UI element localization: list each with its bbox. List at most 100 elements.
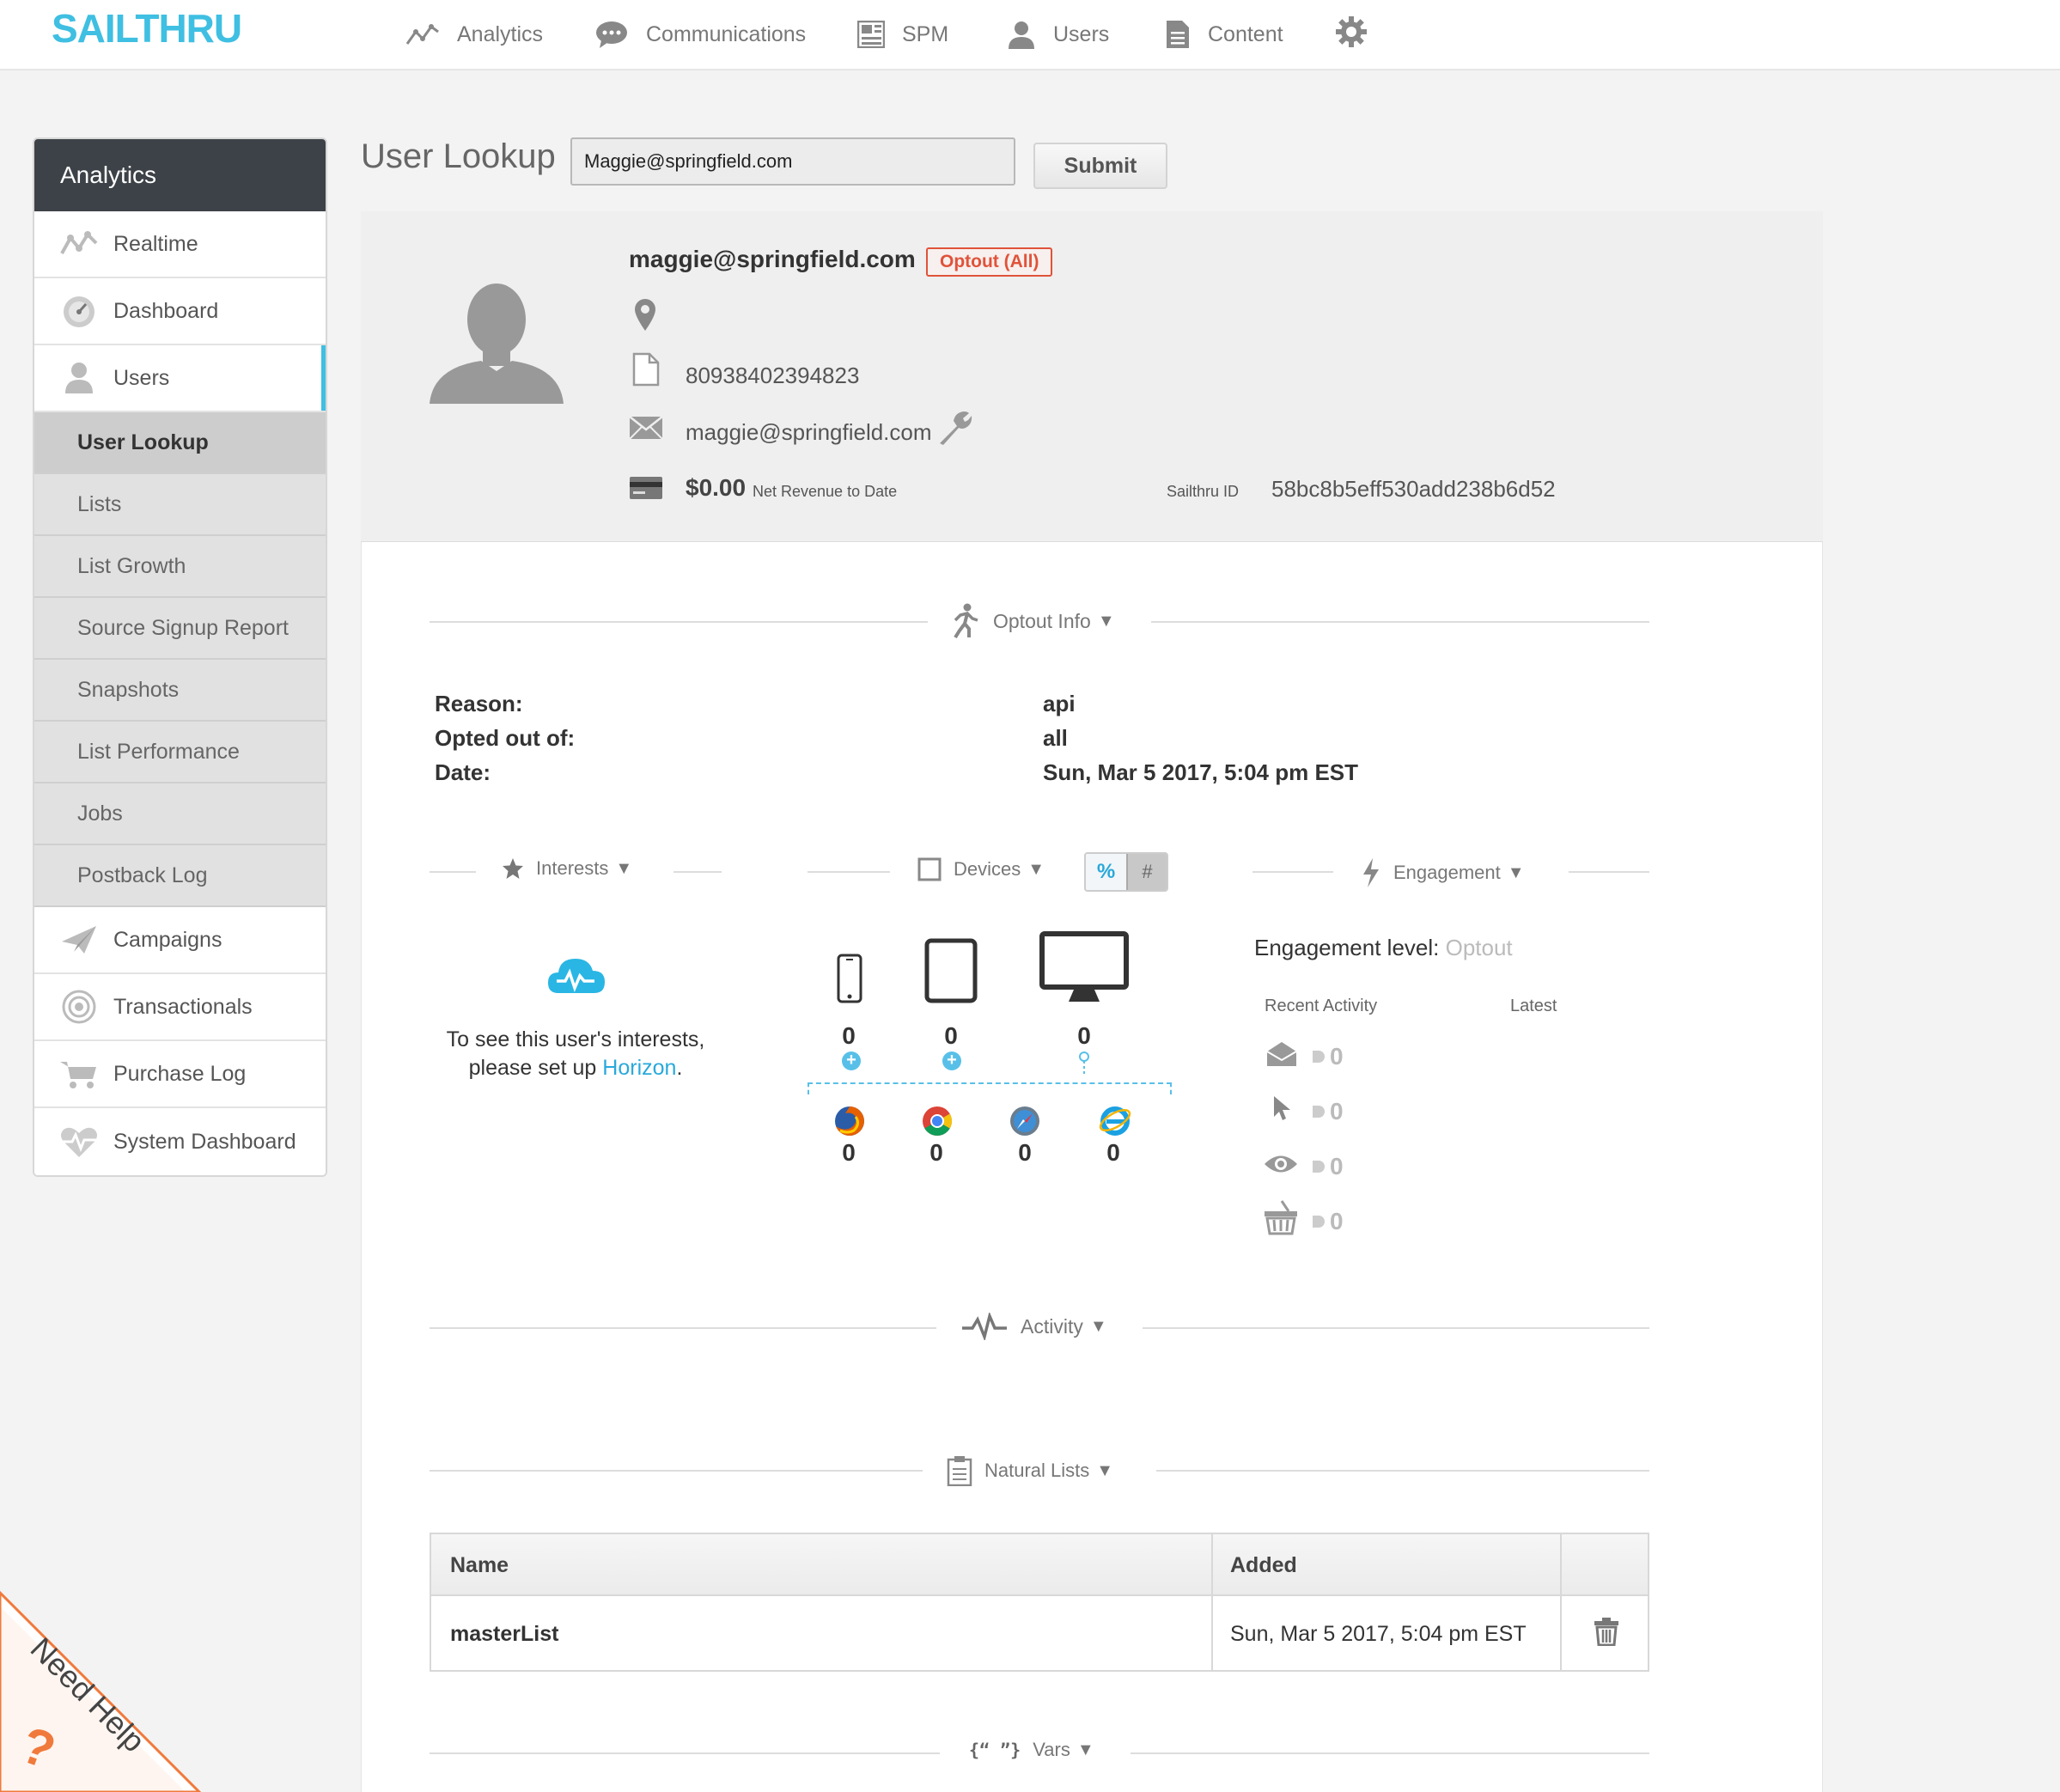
sidebar-item-system-dashboard[interactable]: System Dashboard xyxy=(34,1108,326,1175)
phone-count: 0 xyxy=(842,1022,856,1049)
envelope-icon xyxy=(629,416,663,440)
expanded-desktop-icon[interactable] xyxy=(1077,1051,1091,1076)
wrench-edit-icon[interactable] xyxy=(936,409,974,447)
credit-card-icon xyxy=(629,476,663,500)
profile-email: maggie@springfield.com xyxy=(686,419,932,445)
divider xyxy=(430,621,928,623)
column-header-name[interactable]: Name xyxy=(450,1553,509,1578)
cart-icon xyxy=(58,1057,113,1091)
engagement-level-label: Engagement level: xyxy=(1254,935,1440,960)
user-icon xyxy=(58,361,113,395)
devices-toggle[interactable]: Devices ▼ xyxy=(917,857,1045,881)
expand-tablet-icon[interactable]: + xyxy=(942,1051,961,1070)
desktop-icon xyxy=(1039,931,1129,1003)
activity-views: 0 xyxy=(1313,1153,1344,1180)
sidebar-sub-snapshots[interactable]: Snapshots xyxy=(34,660,326,722)
interests-title: Interests xyxy=(536,857,609,879)
browser-expand-bracket xyxy=(808,1082,1172,1084)
chat-icon xyxy=(594,20,646,49)
sidebar-item-dashboard[interactable]: Dashboard xyxy=(34,278,326,345)
sidebar-sub-jobs[interactable]: Jobs xyxy=(34,783,326,845)
settings-gear-icon[interactable] xyxy=(1335,15,1368,48)
realtime-icon xyxy=(58,229,113,259)
horizon-link[interactable]: Horizon xyxy=(602,1056,676,1080)
divider xyxy=(1252,871,1333,873)
sidebar-item-label: Campaigns xyxy=(113,927,222,952)
natural-lists-toggle[interactable]: Natural Lists ▼ xyxy=(947,1455,1113,1486)
chrome-count: 0 xyxy=(929,1139,943,1166)
braces-icon: {“ ”} xyxy=(969,1740,1021,1760)
sidebar-sub-lists[interactable]: Lists xyxy=(34,474,326,536)
sidebar-item-realtime[interactable]: Realtime xyxy=(34,211,326,278)
activity-clicks: 0 xyxy=(1313,1098,1344,1125)
table-header xyxy=(431,1534,1648,1596)
tablet-count: 0 xyxy=(944,1022,958,1049)
activity-toggle[interactable]: Activity ▼ xyxy=(960,1313,1107,1340)
trash-icon[interactable] xyxy=(1593,1617,1620,1646)
sidebar-sub-list-growth[interactable]: List Growth xyxy=(34,536,326,598)
engagement-title: Engagement xyxy=(1393,862,1501,883)
nav-users-label: Users xyxy=(1053,21,1110,46)
toggle-percent-button[interactable]: % xyxy=(1086,854,1126,890)
heartbeat-icon xyxy=(58,1125,113,1159)
devices-view-toggle: % # xyxy=(1084,852,1168,892)
sidebar-item-purchase-log[interactable]: Purchase Log xyxy=(34,1041,326,1108)
sidebar-item-label: Dashboard xyxy=(113,298,219,323)
basket-icon xyxy=(1263,1199,1299,1235)
horizon-cloud-icon xyxy=(546,954,606,995)
nav-communications[interactable]: Communications xyxy=(594,17,806,52)
recent-activity-header: Recent Activity xyxy=(1265,997,1378,1015)
column-divider xyxy=(1560,1534,1562,1670)
need-help-tab[interactable]: Need Help ? xyxy=(0,1581,206,1792)
interests-toggle[interactable]: Interests ▼ xyxy=(502,857,632,880)
nav-analytics[interactable]: Analytics xyxy=(405,17,543,52)
divider xyxy=(673,871,722,873)
lightning-icon xyxy=(1361,857,1393,888)
user-lookup-input[interactable] xyxy=(570,137,1015,186)
profile-revenue: $0.00 xyxy=(686,474,747,501)
submit-button[interactable]: Submit xyxy=(1033,143,1167,189)
activity-opens: 0 xyxy=(1313,1043,1344,1070)
sailthru-logo[interactable]: SAILTHRU xyxy=(52,5,242,52)
nav-content[interactable]: Content xyxy=(1165,17,1283,52)
sidebar-sub-postback-log[interactable]: Postback Log xyxy=(34,845,326,907)
tag-icon xyxy=(1313,1216,1325,1228)
engagement-level-value: Optout xyxy=(1445,935,1513,960)
column-header-added[interactable]: Added xyxy=(1230,1553,1297,1578)
sidebar-sub-user-lookup[interactable]: User Lookup xyxy=(34,412,326,474)
sidebar-item-users[interactable]: Users xyxy=(34,345,326,412)
walking-person-icon xyxy=(952,603,993,639)
nav-spm-label: SPM xyxy=(902,21,949,46)
star-icon xyxy=(502,857,536,880)
toggle-count-button[interactable]: # xyxy=(1125,854,1167,890)
list-name-cell: masterList xyxy=(450,1622,559,1646)
divider xyxy=(1569,871,1649,873)
firefox-count: 0 xyxy=(842,1139,856,1166)
tablet-icon xyxy=(924,938,978,1003)
sidebar-item-campaigns[interactable]: Campaigns xyxy=(34,907,326,974)
optout-info-toggle[interactable]: Optout Info ▼ xyxy=(952,603,1115,639)
safari-count: 0 xyxy=(1018,1139,1032,1166)
interests-message-line1: To see this user's interests, xyxy=(446,1027,705,1051)
nav-spm[interactable]: SPM xyxy=(857,17,948,52)
vars-toggle[interactable]: {“ ”} Vars ▼ xyxy=(969,1739,1094,1761)
paper-plane-icon xyxy=(58,923,113,957)
expand-phone-icon[interactable]: + xyxy=(842,1051,861,1070)
opens-count: 0 xyxy=(1330,1043,1344,1070)
column-divider xyxy=(1211,1534,1213,1670)
divider xyxy=(430,1752,940,1754)
sidebar-item-transactionals[interactable]: Transactionals xyxy=(34,974,326,1041)
sidebar-sub-list-performance[interactable]: List Performance xyxy=(34,722,326,783)
interests-message: To see this user's interests, please set… xyxy=(430,1026,722,1082)
location-pin-icon xyxy=(632,297,658,332)
sidebar-item-label: System Dashboard xyxy=(113,1129,296,1154)
sidebar-sub-source-signup-report[interactable]: Source Signup Report xyxy=(34,598,326,660)
devices-title: Devices xyxy=(954,858,1021,880)
divider xyxy=(1131,1752,1649,1754)
envelope-open-icon xyxy=(1266,1041,1297,1067)
engagement-toggle[interactable]: Engagement ▼ xyxy=(1361,857,1525,888)
sailthru-id-label: Sailthru ID xyxy=(1167,483,1240,500)
nav-users[interactable]: Users xyxy=(1007,17,1109,52)
sidebar: Analytics Realtime Dashboard Users User … xyxy=(33,137,327,1177)
divider xyxy=(430,871,476,873)
